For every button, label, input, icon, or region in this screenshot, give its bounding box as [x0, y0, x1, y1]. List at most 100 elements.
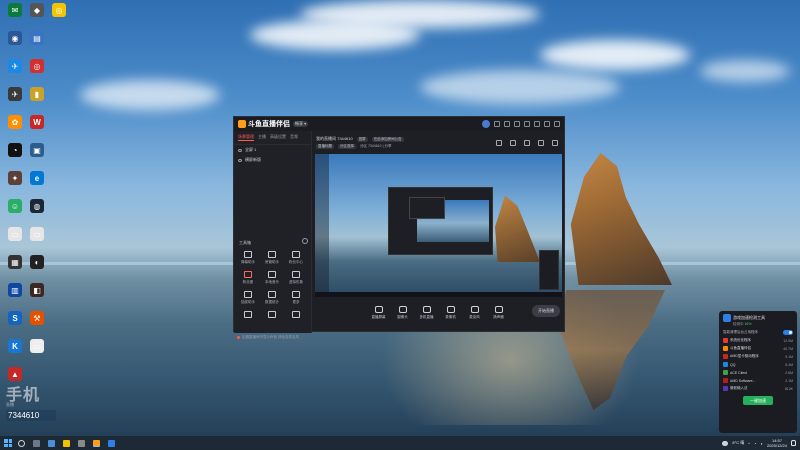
task-view-icon[interactable] [33, 439, 40, 447]
live-preview[interactable] [315, 154, 562, 297]
desktop-shortcut[interactable]: ◍ [26, 199, 48, 213]
taskbar-app-icon[interactable] [108, 439, 115, 447]
toolbox-item[interactable]: 数据统计 [260, 291, 284, 305]
toolbox-settings-icon[interactable] [302, 238, 308, 244]
desktop-shortcut[interactable]: ▥ [4, 283, 26, 297]
skin-icon[interactable] [514, 121, 520, 127]
desktop-shortcut[interactable]: ✉ [4, 3, 26, 17]
toolbox-item[interactable]: 抽奖助手 [236, 291, 260, 305]
desktop-shortcut[interactable]: ◔ [4, 143, 26, 157]
recorder-button[interactable]: 录像机 [441, 306, 461, 320]
room-title-tag[interactable]: 直播标题 [316, 144, 334, 149]
desktop-shortcut[interactable]: ◆ [26, 3, 48, 17]
room-share-icon[interactable] [552, 140, 558, 146]
tab-advanced[interactable]: 高级设置 [270, 134, 286, 141]
maximize-icon[interactable] [544, 121, 550, 127]
eye-icon[interactable] [238, 158, 242, 162]
desktop-shortcut[interactable]: e [26, 171, 48, 185]
toolbox-item[interactable]: 房管助手 [260, 251, 284, 265]
eye-icon[interactable] [238, 148, 242, 152]
process-row[interactable]: 系统优化程序 12.0M [723, 338, 793, 343]
network-icon[interactable]: ◔ [754, 441, 756, 446]
desktop-shortcut[interactable]: ⚒ [26, 311, 48, 325]
desktop-shortcut[interactable]: ▲ [4, 367, 26, 381]
close-icon[interactable] [554, 121, 560, 127]
room-category-tag[interactable]: 分区选择 [338, 144, 356, 149]
process-row[interactable]: QQ 5.4M [723, 362, 793, 367]
process-row[interactable]: AMD Software... 2.1M [723, 378, 793, 383]
desktop-shortcut[interactable]: ▦ [4, 255, 26, 269]
toolbox-item[interactable]: 粉丝中心 [284, 251, 308, 265]
room-orientation-chip[interactable]: 竖屏 [356, 136, 368, 142]
mail-icon[interactable] [494, 121, 500, 127]
taskbar-app-icon[interactable] [78, 439, 85, 447]
desktop-shortcut[interactable]: ✿ [4, 115, 26, 129]
search-icon[interactable] [18, 439, 25, 447]
toolbox-item[interactable] [260, 311, 284, 320]
volume-icon[interactable]: ◖ [761, 441, 763, 446]
desktop-shortcut[interactable]: ✈ [4, 59, 26, 73]
screen-capture-button[interactable]: 直播屏幕 [369, 306, 389, 320]
desktop-shortcut[interactable]: ◎ [48, 3, 70, 17]
desktop-shortcut[interactable]: ◉ [4, 31, 26, 45]
camera-button[interactable]: 摄像头 [393, 306, 413, 320]
speaker-button[interactable]: 扬声器 [489, 306, 509, 320]
menu-icon[interactable] [524, 121, 530, 127]
tab-anchor[interactable]: 主播 [258, 134, 266, 141]
toolbox-item[interactable]: 粉丝团 [236, 271, 260, 285]
desktop-shortcut[interactable]: S [4, 311, 26, 325]
process-row[interactable]: ACE Client 2.6M [723, 370, 793, 375]
version-dropdown[interactable]: 畅享 ▾ [293, 121, 309, 127]
multi-device-button[interactable]: 多机直播 [417, 306, 437, 320]
desktop-shortcut[interactable]: ☺ [4, 199, 26, 213]
cleanup-toggle[interactable] [783, 330, 793, 335]
taskbar-app-icon[interactable] [48, 439, 55, 447]
douyu-taskbar-icon[interactable] [93, 439, 100, 447]
weather-text[interactable]: 8°C 晴 [732, 440, 744, 446]
speedup-button[interactable]: 一键加速 [743, 396, 773, 405]
desktop-shortcut[interactable]: ▮ [26, 87, 48, 101]
file-explorer-icon[interactable] [63, 439, 70, 447]
scene-item[interactable]: 全屏 1 [234, 145, 311, 155]
desktop-shortcut[interactable]: ▭ [4, 227, 26, 241]
desktop-shortcut[interactable]: ✦ [4, 171, 26, 185]
desktop-shortcut[interactable]: K [4, 339, 26, 353]
start-icon[interactable] [4, 439, 12, 447]
tab-audio[interactable]: 音频 [290, 134, 298, 141]
minimize-icon[interactable] [534, 121, 540, 127]
weather-icon[interactable] [722, 440, 729, 446]
process-row[interactable]: 微软输入法 812K [723, 386, 793, 391]
room-bag-icon[interactable] [524, 140, 530, 146]
toolbox-item[interactable]: 弹幕助手 [236, 251, 260, 265]
desktop-shortcut[interactable]: W [26, 115, 48, 129]
start-live-button[interactable]: 开始直播 [532, 305, 560, 317]
room-announcement-chip[interactable]: 在此添加房间公告 [371, 136, 404, 142]
desktop-shortcut[interactable]: ◎ [26, 59, 48, 73]
desktop-shortcut[interactable]: ▭ [26, 339, 48, 353]
clock[interactable]: 14:57 2025/12/24 [767, 438, 787, 448]
process-row[interactable]: 斗鱼直播伴侣 40.7M [723, 346, 793, 351]
tab-scene[interactable]: 场景管理 [238, 134, 254, 141]
desktop-shortcut[interactable]: ▣ [26, 143, 48, 157]
user-avatar[interactable] [482, 120, 490, 128]
toolbox-item[interactable]: 更多 [284, 291, 308, 305]
room-home-icon[interactable] [496, 140, 502, 146]
toolbox-item[interactable]: 本地音乐 [260, 271, 284, 285]
desktop-shortcut[interactable]: ▤ [26, 31, 48, 45]
desktop-shortcut[interactable]: ▭ [26, 227, 48, 241]
scene-item[interactable]: 横屏新版 [234, 155, 311, 165]
room-bell-icon[interactable] [538, 140, 544, 146]
notice-bar[interactable]: 如遇直播间不显示声音 请检查麦克风 [237, 335, 299, 340]
toolbox-item[interactable] [236, 311, 260, 320]
toolbox-item[interactable] [284, 311, 308, 320]
notification-icon[interactable] [791, 440, 796, 446]
desktop-shortcut[interactable]: ◐ [26, 255, 48, 269]
toolbox-item[interactable]: 虚拟形象 [284, 271, 308, 285]
microphone-button[interactable]: 麦克风 [465, 306, 485, 320]
process-row[interactable]: AMD显卡驱动程序 9.1M [723, 354, 793, 359]
desktop-shortcut[interactable]: ◧ [26, 283, 48, 297]
desktop-shortcut[interactable]: ✈ [4, 87, 26, 101]
tray-overflow-icon[interactable]: ^ [748, 441, 750, 446]
room-gift-icon[interactable] [510, 140, 516, 146]
task-icon[interactable] [504, 121, 510, 127]
